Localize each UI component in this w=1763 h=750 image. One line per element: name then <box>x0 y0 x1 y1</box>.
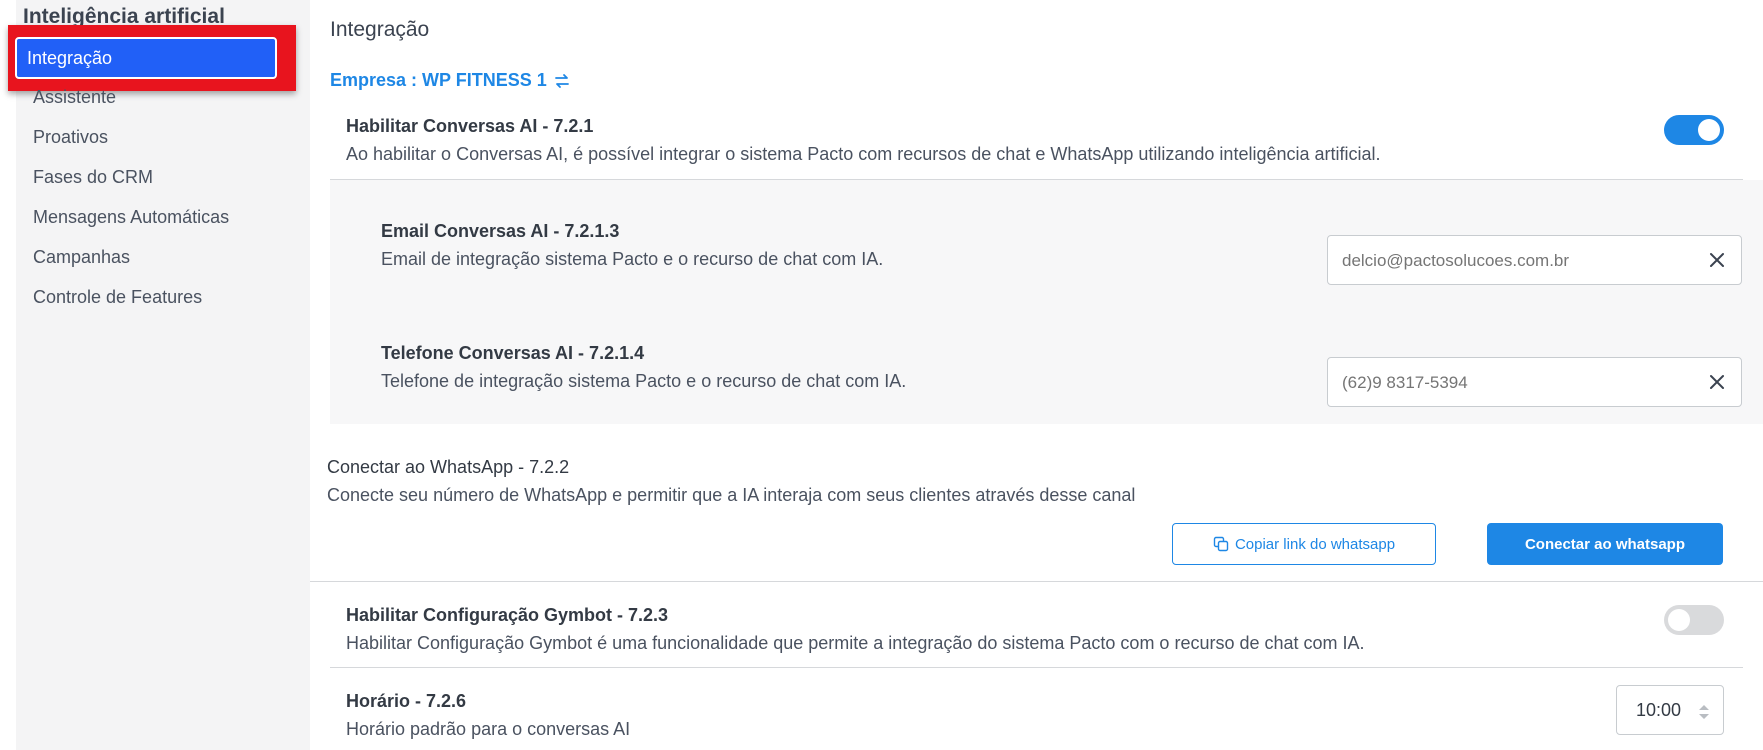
close-icon[interactable] <box>1707 250 1727 270</box>
divider <box>330 667 1743 668</box>
conversas-ai-settings-panel: Email Conversas AI - 7.2.1.3 Email de in… <box>330 180 1763 424</box>
connect-whatsapp-button[interactable]: Conectar ao whatsapp <box>1487 523 1723 565</box>
copy-whatsapp-link-button[interactable]: Copiar link do whatsapp <box>1172 523 1436 565</box>
telefone-title: Telefone Conversas AI - 7.2.1.4 <box>381 343 645 363</box>
company-label: Empresa : WP FITNESS 1 <box>330 70 547 90</box>
highlight-box: Integração <box>8 25 296 91</box>
copy-whatsapp-link-label: Copiar link do whatsapp <box>1234 535 1396 553</box>
gymbot-title: Habilitar Configuração Gymbot - 7.2.3 <box>346 605 669 625</box>
horario-description: Horário padrão para o conversas AI <box>346 719 631 739</box>
whatsapp-title: Conectar ao WhatsApp - 7.2.2 <box>327 457 570 477</box>
sidebar-item-campanhas[interactable]: Campanhas <box>33 247 130 268</box>
sidebar: Inteligência artificial Integração Assis… <box>8 0 310 750</box>
copy-icon <box>1213 536 1229 552</box>
conversas-ai-title: Habilitar Conversas AI - 7.2.1 <box>346 116 594 136</box>
telefone-input[interactable] <box>1340 368 1704 398</box>
gymbot-description: Habilitar Configuração Gymbot é uma func… <box>346 633 1365 653</box>
email-field[interactable] <box>1327 235 1742 285</box>
company-selector[interactable]: Empresa : WP FITNESS 1 <box>330 70 571 91</box>
email-title: Email Conversas AI - 7.2.1.3 <box>381 221 620 241</box>
gymbot-toggle[interactable] <box>1664 605 1724 635</box>
toggle-knob <box>1668 609 1690 631</box>
divider <box>310 581 1763 582</box>
conversas-ai-description: Ao habilitar o Conversas AI, é possível … <box>346 144 1381 164</box>
content-panel: Integração Empresa : WP FITNESS 1 Habili… <box>310 0 1763 750</box>
sidebar-item-fases-crm[interactable]: Fases do CRM <box>33 167 153 188</box>
sidebar-item-proativos[interactable]: Proativos <box>33 127 108 148</box>
swap-icon[interactable] <box>553 72 571 90</box>
conversas-ai-toggle[interactable] <box>1664 115 1724 145</box>
toggle-knob <box>1698 119 1720 141</box>
horario-title: Horário - 7.2.6 <box>346 691 467 711</box>
close-icon[interactable] <box>1707 372 1727 392</box>
email-input[interactable] <box>1340 246 1704 276</box>
sidebar-item-integracao[interactable]: Integração <box>15 37 277 79</box>
page-title: Integração <box>330 18 430 41</box>
telefone-description: Telefone de integração sistema Pacto e o… <box>381 371 907 391</box>
horario-value: 10:00 <box>1636 700 1682 720</box>
spinner-arrows-icon[interactable] <box>1697 702 1711 722</box>
sidebar-item-mensagens-automaticas[interactable]: Mensagens Automáticas <box>33 207 229 228</box>
sidebar-item-controle-features[interactable]: Controle de Features <box>33 287 202 308</box>
whatsapp-description: Conecte seu número de WhatsApp e permiti… <box>327 485 1136 505</box>
telefone-field[interactable] <box>1327 357 1742 407</box>
main-area: Integração Empresa : WP FITNESS 1 Habili… <box>310 0 1763 750</box>
horario-time-input[interactable]: 10:00 <box>1616 685 1724 735</box>
sidebar-item-assistente[interactable]: Assistente <box>33 87 116 108</box>
email-description: Email de integração sistema Pacto e o re… <box>381 249 884 269</box>
